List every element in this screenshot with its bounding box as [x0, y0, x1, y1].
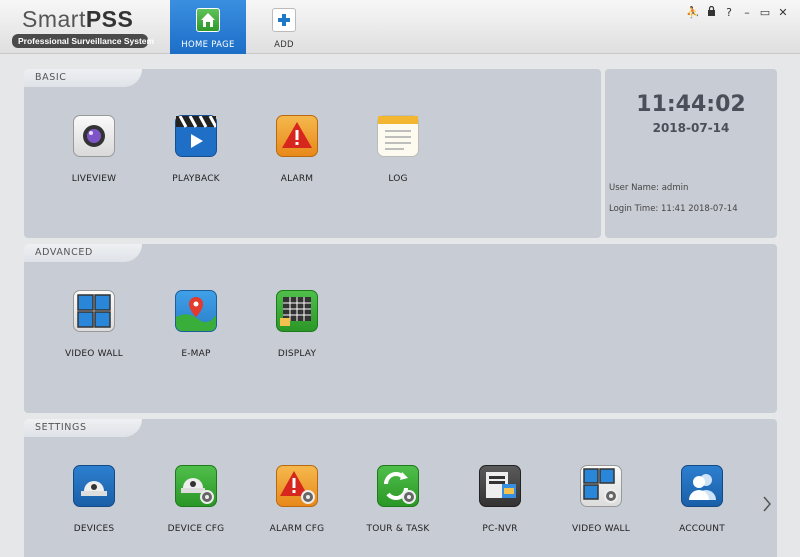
e-map-tile[interactable]: E-MAP [151, 268, 241, 359]
advanced-panel-title: ADVANCED [35, 247, 93, 258]
video-wall-icon [73, 290, 115, 332]
dome-camera-icon [73, 465, 115, 507]
minimize-icon[interactable]: – [738, 6, 756, 19]
add-icon [272, 8, 296, 32]
refresh-gear-icon [377, 465, 419, 507]
log-label: LOG [388, 174, 408, 184]
liveview-label: LIVEVIEW [71, 174, 117, 184]
alarm-label: ALARM [280, 174, 314, 184]
warning-icon [276, 115, 318, 157]
chevron-right-icon[interactable] [762, 495, 772, 517]
tour-task-label: TOUR & TASK [366, 524, 430, 534]
alarm-tile[interactable]: ALARM [252, 93, 342, 184]
devices-label: DEVICES [73, 524, 115, 534]
maximize-icon[interactable]: ▭ [756, 6, 774, 19]
account-label: ACCOUNT [679, 524, 725, 534]
logo-title: SmartPSS [22, 6, 134, 32]
basic-panel-header: BASIC [24, 69, 142, 87]
map-pin-icon [175, 290, 217, 332]
users-icon [681, 465, 723, 507]
settings-panel-header: SETTINGS [24, 419, 142, 437]
user-icon[interactable]: ⛹ [684, 6, 702, 19]
log-tile[interactable]: LOG [353, 93, 443, 184]
settings-panel: SETTINGS DEVICES DEVICE CFG ALARM CFG TO… [24, 419, 777, 557]
camera-icon [73, 115, 115, 157]
window-controls: ⛹ ? – ▭ ✕ [684, 5, 792, 19]
basic-panel-title: BASIC [35, 72, 67, 83]
warning-gear-icon [276, 465, 318, 507]
logo-subtitle: Professional Surveillance System [12, 34, 154, 48]
dome-camera-gear-icon [175, 465, 217, 507]
playback-label: PLAYBACK [172, 174, 220, 184]
tab-home-page[interactable]: HOME PAGE [170, 0, 246, 54]
account-tile[interactable]: ACCOUNT [657, 443, 747, 534]
tab-label-add: ADD [274, 40, 294, 50]
display-tile[interactable]: DISPLAY [252, 268, 342, 359]
lock-icon[interactable] [702, 5, 720, 19]
video-wall-gear-icon [580, 465, 622, 507]
tour-task-tile[interactable]: TOUR & TASK [353, 443, 443, 534]
help-icon[interactable]: ? [720, 6, 738, 19]
pc-nvr-tile[interactable]: PC-NVR [455, 443, 545, 534]
alarm-cfg-tile[interactable]: ALARM CFG [252, 443, 342, 534]
close-icon[interactable]: ✕ [774, 6, 792, 19]
clapperboard-icon [175, 115, 218, 157]
app-logo: SmartPSS Professional Surveillance Syste… [12, 6, 154, 48]
tab-label-home: HOME PAGE [181, 40, 235, 50]
video-wall-cfg-label: VIDEO WALL [572, 524, 630, 534]
settings-panel-title: SETTINGS [35, 422, 87, 433]
login-time-text: Login Time: 11:41 2018-07-14 [609, 204, 738, 214]
display-label: DISPLAY [277, 349, 317, 359]
display-grid-icon [276, 290, 318, 332]
video-wall-label: VIDEO WALL [65, 349, 123, 359]
top-bar: SmartPSS Professional Surveillance Syste… [0, 0, 800, 54]
e-map-label: E-MAP [181, 349, 211, 359]
pc-nvr-label: PC-NVR [482, 524, 518, 534]
advanced-panel-header: ADVANCED [24, 244, 142, 262]
advanced-panel: ADVANCED VIDEO WALL E-MAP DISPLAY [24, 244, 777, 413]
tab-add[interactable]: ADD [246, 0, 322, 54]
devices-tile[interactable]: DEVICES [49, 443, 139, 534]
video-wall-cfg-tile[interactable]: VIDEO WALL [556, 443, 646, 534]
clock-time: 11:44:02 [636, 92, 746, 117]
liveview-tile[interactable]: LIVEVIEW [49, 93, 139, 184]
device-cfg-tile[interactable]: DEVICE CFG [151, 443, 241, 534]
clock-date: 2018-07-14 [652, 121, 730, 135]
playback-tile[interactable]: PLAYBACK [151, 93, 241, 184]
video-wall-tile[interactable]: VIDEO WALL [49, 268, 139, 359]
basic-panel: BASIC LIVEVIEW PLAYBACK ALARM LOG [24, 69, 601, 238]
alarm-cfg-label: ALARM CFG [269, 524, 325, 534]
clock-panel: 11:44:02 2018-07-14 User Name: admin Log… [605, 69, 777, 238]
pc-nvr-icon [479, 465, 521, 507]
device-cfg-label: DEVICE CFG [167, 524, 225, 534]
user-name-text: User Name: admin [609, 183, 689, 193]
home-icon [196, 8, 220, 32]
notepad-icon [377, 115, 419, 157]
